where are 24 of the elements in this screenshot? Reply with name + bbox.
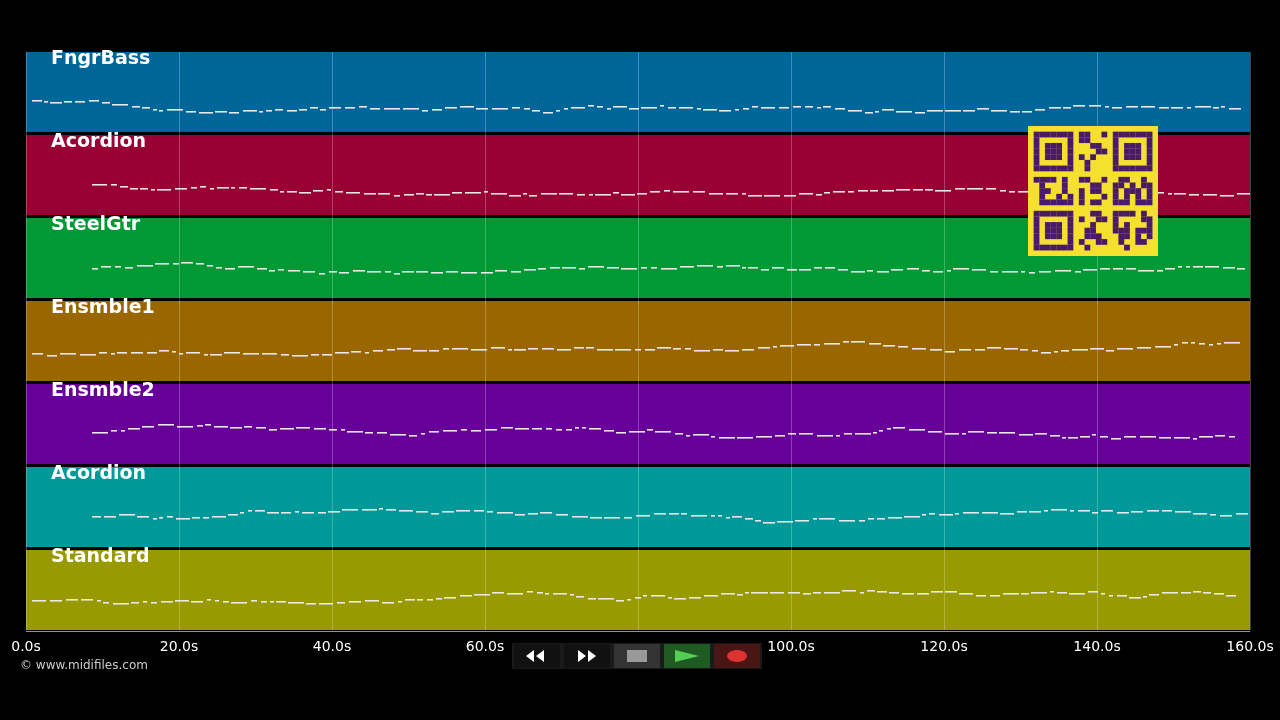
fast-forward-button[interactable] [564, 644, 610, 668]
time-label: 100.0s [767, 638, 815, 654]
stop-button[interactable] [614, 644, 660, 668]
track-name: Acordion [51, 129, 147, 151]
track-name: Ensmble1 [51, 295, 155, 317]
time-label: 0.0s [11, 638, 41, 654]
time-label: 120.0s [920, 638, 968, 654]
track-name: Standard [51, 544, 150, 566]
rewind-button[interactable] [514, 644, 560, 668]
time-label: 20.0s [159, 638, 199, 654]
time-label: 40.0s [312, 638, 352, 654]
track-name: SteelGtr [51, 212, 141, 234]
track-name: Ensmble2 [51, 378, 155, 400]
record-button[interactable] [714, 644, 760, 668]
track-name: Acordion [51, 461, 147, 483]
track-name: FngrBass [51, 46, 151, 68]
play-button[interactable] [664, 644, 710, 668]
time-label: 160.0s [1226, 638, 1274, 654]
time-label: 60.0s [465, 638, 505, 654]
copyright-text: © www.midifiles.com [20, 658, 149, 672]
play-icon [674, 649, 700, 663]
stop-icon [627, 650, 647, 662]
time-label: 140.0s [1073, 638, 1121, 654]
record-icon [727, 650, 747, 662]
